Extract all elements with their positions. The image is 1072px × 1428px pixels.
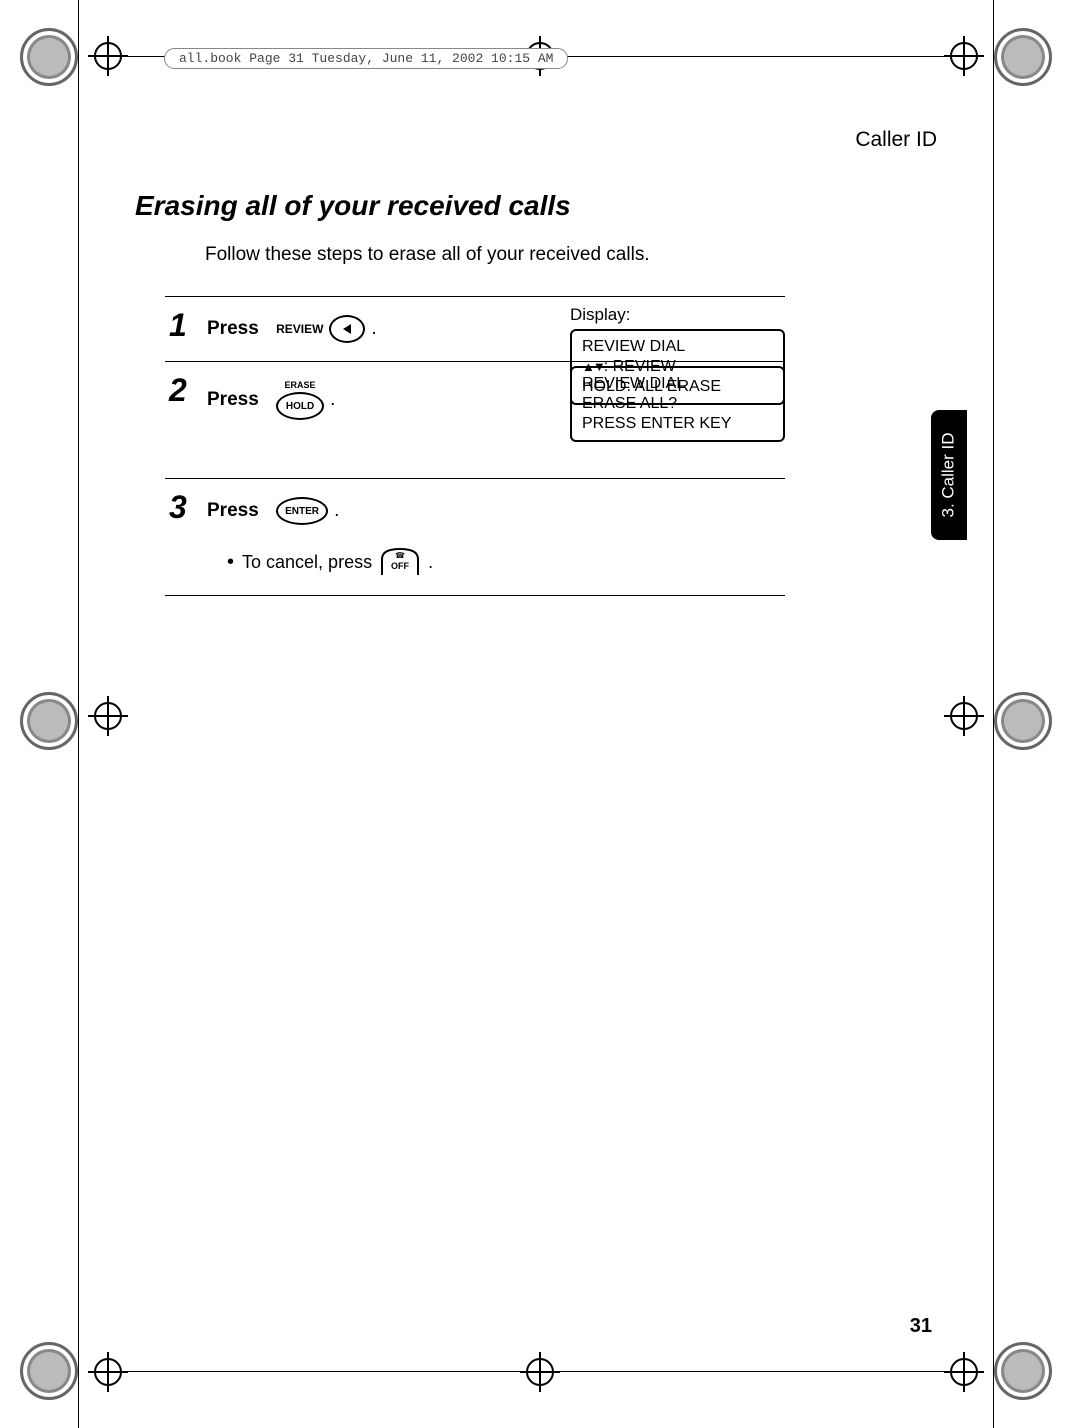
left-arrow-key-icon	[329, 315, 365, 343]
enter-key-icon: ENTER	[276, 497, 328, 525]
print-registration-ring	[20, 692, 78, 750]
svg-text:☎: ☎	[395, 551, 405, 560]
erase-key-top-label: ERASE	[285, 380, 316, 390]
crosshair-icon	[88, 36, 128, 76]
period: .	[371, 318, 376, 340]
lcd-display: REVIEW DIAL ERASE ALL? PRESS ENTER KEY	[570, 366, 785, 442]
book-meta-footer: all.book Page 31 Tuesday, June 11, 2002 …	[164, 48, 568, 69]
section-title: Erasing all of your received calls	[135, 190, 937, 222]
period: .	[428, 552, 433, 573]
press-label: Press	[207, 500, 259, 522]
period: .	[330, 389, 335, 411]
step-2: 2 Press ERASE HOLD . REVIEW DIAL ERASE A…	[165, 361, 785, 478]
print-registration-ring	[994, 1342, 1052, 1400]
crop-mark	[993, 0, 994, 1428]
crosshair-icon	[520, 1352, 560, 1392]
section-intro: Follow these steps to erase all of your …	[205, 244, 937, 266]
page-number: 31	[910, 1315, 932, 1338]
chapter-tab-label: 3. Caller ID	[939, 432, 959, 517]
review-key-label: REVIEW	[276, 322, 323, 336]
steps-list: 1 Press REVIEW . Display: REVIEW DIAL ▲▼…	[165, 296, 785, 596]
crosshair-icon	[88, 1352, 128, 1392]
lcd-line: REVIEW DIAL	[582, 337, 773, 357]
crop-mark	[78, 0, 79, 1428]
step-3: 3 Press ENTER . • To cancel, press OFF ☎…	[165, 478, 785, 596]
step-number: 1	[169, 307, 187, 344]
press-label: Press	[207, 318, 259, 340]
step-number: 2	[169, 372, 187, 409]
hold-key-text: HOLD	[286, 401, 314, 412]
hold-key-icon: HOLD	[276, 392, 324, 420]
cancel-text: To cancel, press	[242, 552, 372, 573]
step-1: 1 Press REVIEW . Display: REVIEW DIAL ▲▼…	[165, 296, 785, 361]
crosshair-icon	[944, 696, 984, 736]
step-number: 3	[169, 489, 187, 526]
off-key-icon: OFF ☎	[380, 547, 420, 577]
print-registration-ring	[20, 28, 78, 86]
cancel-instruction: • To cancel, press OFF ☎ .	[227, 547, 785, 577]
lcd-line: PRESS ENTER KEY	[582, 414, 773, 434]
crosshair-icon	[944, 36, 984, 76]
hold-erase-key: ERASE HOLD	[276, 380, 324, 420]
page-content: Erasing all of your received calls Follo…	[135, 190, 937, 596]
period: .	[334, 500, 339, 522]
crosshair-icon	[88, 696, 128, 736]
print-registration-ring	[994, 692, 1052, 750]
press-label: Press	[207, 389, 259, 411]
lcd-line: REVIEW DIAL	[582, 374, 773, 394]
print-registration-ring	[20, 1342, 78, 1400]
display-column: REVIEW DIAL ERASE ALL? PRESS ENTER KEY	[570, 366, 785, 442]
lcd-line: ERASE ALL?	[582, 394, 773, 414]
display-heading: Display:	[570, 305, 785, 325]
off-key-text: OFF	[391, 561, 409, 571]
running-head: Caller ID	[855, 128, 937, 152]
crosshair-icon	[944, 1352, 984, 1392]
enter-key-text: ENTER	[285, 506, 319, 517]
step-instruction: Press ENTER .	[207, 497, 785, 525]
print-registration-ring	[994, 28, 1052, 86]
